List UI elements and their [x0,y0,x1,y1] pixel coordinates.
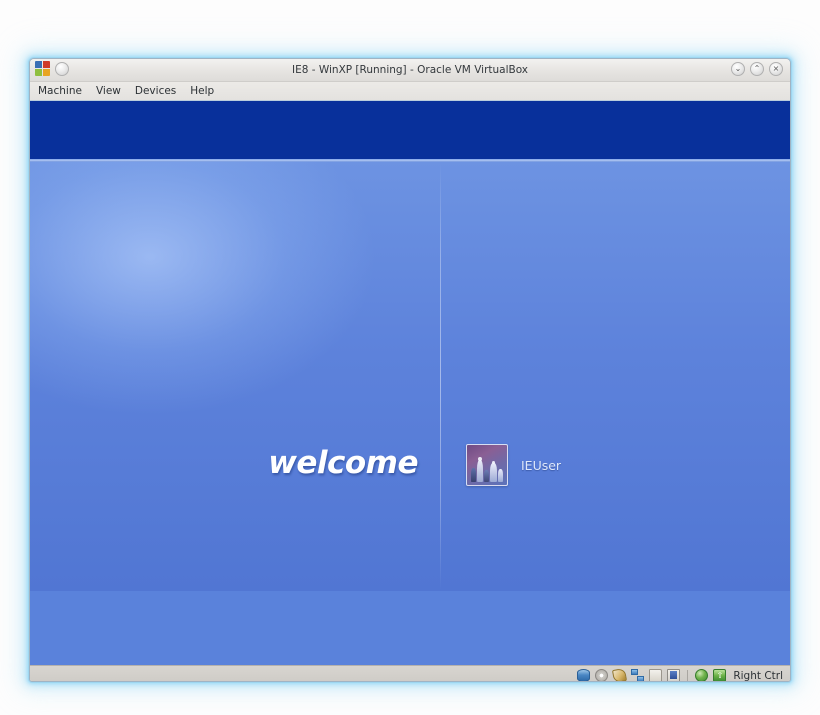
close-button[interactable]: × [769,62,783,76]
window-controls: ⌄ ⌃ × [731,62,783,76]
remote-desktop-icon[interactable] [695,669,709,681]
guest-screen[interactable]: welcome IEUser Turn off computer After y… [30,101,790,665]
welcome-text: welcome [268,445,418,481]
optical-disk-icon[interactable] [595,669,609,681]
maximize-button[interactable]: ⌃ [750,62,764,76]
host-key-label: Right Ctrl [733,669,783,682]
host-key-icon[interactable]: ⇧ [713,669,727,681]
hard-disk-icon[interactable] [577,669,591,681]
display-icon[interactable] [667,669,681,681]
user-tile-ieuser[interactable]: IEUser [466,444,561,486]
network-adapter-icon[interactable] [631,669,645,681]
statusbar-separator [687,669,689,681]
welcome-screen-top-band [30,101,790,162]
menu-item-devices[interactable]: Devices [135,85,176,97]
window-title: IE8 - WinXP [Running] - Oracle VM Virtua… [291,64,529,76]
user-tile-label: IEUser [521,457,562,473]
menu-item-view[interactable]: View [96,85,121,97]
shared-folders-icon[interactable] [649,669,663,681]
minimize-button[interactable]: ⌄ [731,62,745,76]
welcome-screen-body [30,162,790,591]
virtualbox-window: IE8 - WinXP [Running] - Oracle VM Virtua… [29,58,791,682]
welcome-screen-divider [440,163,441,590]
floppy-disk-icon[interactable] [612,667,628,681]
chess-pieces-avatar [466,444,508,486]
menu-item-machine[interactable]: Machine [38,85,82,97]
window-titlebar[interactable]: IE8 - WinXP [Running] - Oracle VM Virtua… [30,59,790,82]
vm-statusbar: ⇧ Right Ctrl [30,665,790,682]
menu-item-help[interactable]: Help [190,85,214,97]
menubar: Machine View Devices Help [30,82,790,101]
